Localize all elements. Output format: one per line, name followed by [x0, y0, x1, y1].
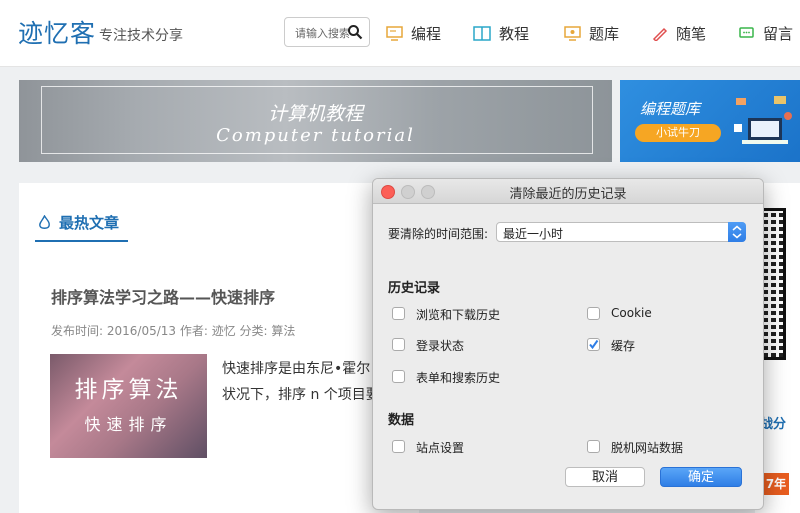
section-title-label: 最热文章 [59, 214, 120, 232]
banner-computer-tutorial[interactable]: 计算机教程 Computer tutorial [19, 80, 612, 162]
select-arrows-icon [728, 222, 746, 242]
login-status-checkbox[interactable] [392, 338, 405, 351]
article-title[interactable]: 排序算法学习之路——快速排序 [51, 284, 275, 308]
dialog-title: 清除最近的历史记录 [509, 187, 627, 202]
offline-site-data-checkbox[interactable] [587, 440, 600, 453]
checkbox-label: 登录状态 [416, 339, 465, 353]
nav-item-quiz[interactable]: 题库 [564, 22, 619, 44]
checkbox-label: 浏览和下载历史 [416, 308, 501, 322]
banner-quiz-button[interactable]: 小试牛刀 [635, 124, 721, 142]
nav-label: 随笔 [676, 24, 707, 43]
site-settings-checkbox[interactable] [392, 440, 405, 453]
nav-label: 教程 [499, 24, 530, 43]
excerpt-line: 快速排序是由东尼•霍尔 [222, 361, 371, 377]
quiz-icon [564, 25, 581, 41]
search-placeholder: 请输入搜索 [295, 27, 350, 40]
browsing-download-history-checkbox[interactable] [392, 307, 405, 320]
data-heading: 数据 [388, 413, 415, 428]
section-title: 最热文章 [38, 212, 119, 233]
site-tagline: 专注技术分享 [99, 28, 183, 44]
checkbox-label: 脱机网站数据 [611, 441, 684, 455]
cache-checkbox[interactable] [587, 338, 600, 351]
ok-button[interactable]: 确定 [660, 467, 742, 487]
banner-title: 计算机教程 [267, 103, 363, 125]
excerpt-line: 状况下，排序 n 个项目要 [222, 387, 380, 403]
checkbox-label: 缓存 [611, 339, 636, 353]
thumbnail-subtitle: 快速排序 [84, 415, 173, 434]
message-icon [739, 26, 754, 38]
site-header: 迹忆客 专注技术分享 请输入搜索 编程 教程 题库 随笔 留言 [0, 0, 800, 67]
form-search-history-checkbox[interactable] [392, 370, 405, 383]
thumbnail-title: 排序算法 [74, 377, 183, 403]
cookie-checkbox[interactable] [587, 307, 600, 320]
article-thumbnail[interactable]: 排序算法 快速排序 [50, 354, 207, 458]
checkbox-label: 站点设置 [416, 441, 465, 455]
dialog-titlebar[interactable]: 清除最近的历史记录 [373, 179, 763, 204]
laptop-illustration-icon [734, 96, 792, 144]
search-icon[interactable] [347, 24, 363, 40]
time-range-label: 要清除的时间范围: [388, 227, 489, 241]
article-meta: 发布时间: 2016/05/13 作者: 迹忆 分类: 算法 [51, 324, 296, 338]
search-input[interactable]: 请输入搜索 [284, 17, 370, 47]
time-range-select[interactable]: 最近一小时 [496, 222, 746, 242]
history-heading: 历史记录 [388, 281, 441, 296]
pen-icon [652, 27, 668, 41]
section-underline [35, 240, 128, 242]
monitor-icon [386, 25, 403, 41]
nav-item-tutorial[interactable]: 教程 [473, 22, 529, 44]
site-logo[interactable]: 迹忆客 [18, 14, 96, 50]
years-badge: 7年 [763, 473, 789, 495]
checkbox-label: Cookie [611, 306, 652, 320]
banner-subtitle: Computer tutorial [216, 125, 415, 146]
nav-label: 题库 [589, 24, 620, 43]
book-icon [473, 25, 491, 41]
cancel-button[interactable]: 取消 [565, 467, 645, 487]
nav-item-notes[interactable]: 随笔 [651, 22, 706, 44]
checkbox-label: 表单和搜索历史 [416, 371, 501, 385]
article-excerpt: 快速排序是由东尼•霍尔 状况下，排序 n 个项目要 [222, 356, 380, 408]
checkmark-icon [589, 339, 599, 350]
nav-label: 留言 [763, 24, 794, 43]
banner-quiz-title: 编程题库 [640, 100, 701, 118]
nav-label: 编程 [411, 24, 442, 43]
banner-programming-quiz[interactable]: 编程题库 小试牛刀 [620, 80, 800, 162]
flame-icon [39, 215, 50, 229]
time-range-value: 最近一小时 [503, 227, 564, 241]
nav-item-messages[interactable]: 留言 [738, 22, 793, 44]
nav-item-programming[interactable]: 编程 [386, 22, 441, 44]
clear-history-dialog: 清除最近的历史记录 要清除的时间范围: 最近一小时 历史记录 浏览和下载历史 C… [372, 178, 764, 510]
